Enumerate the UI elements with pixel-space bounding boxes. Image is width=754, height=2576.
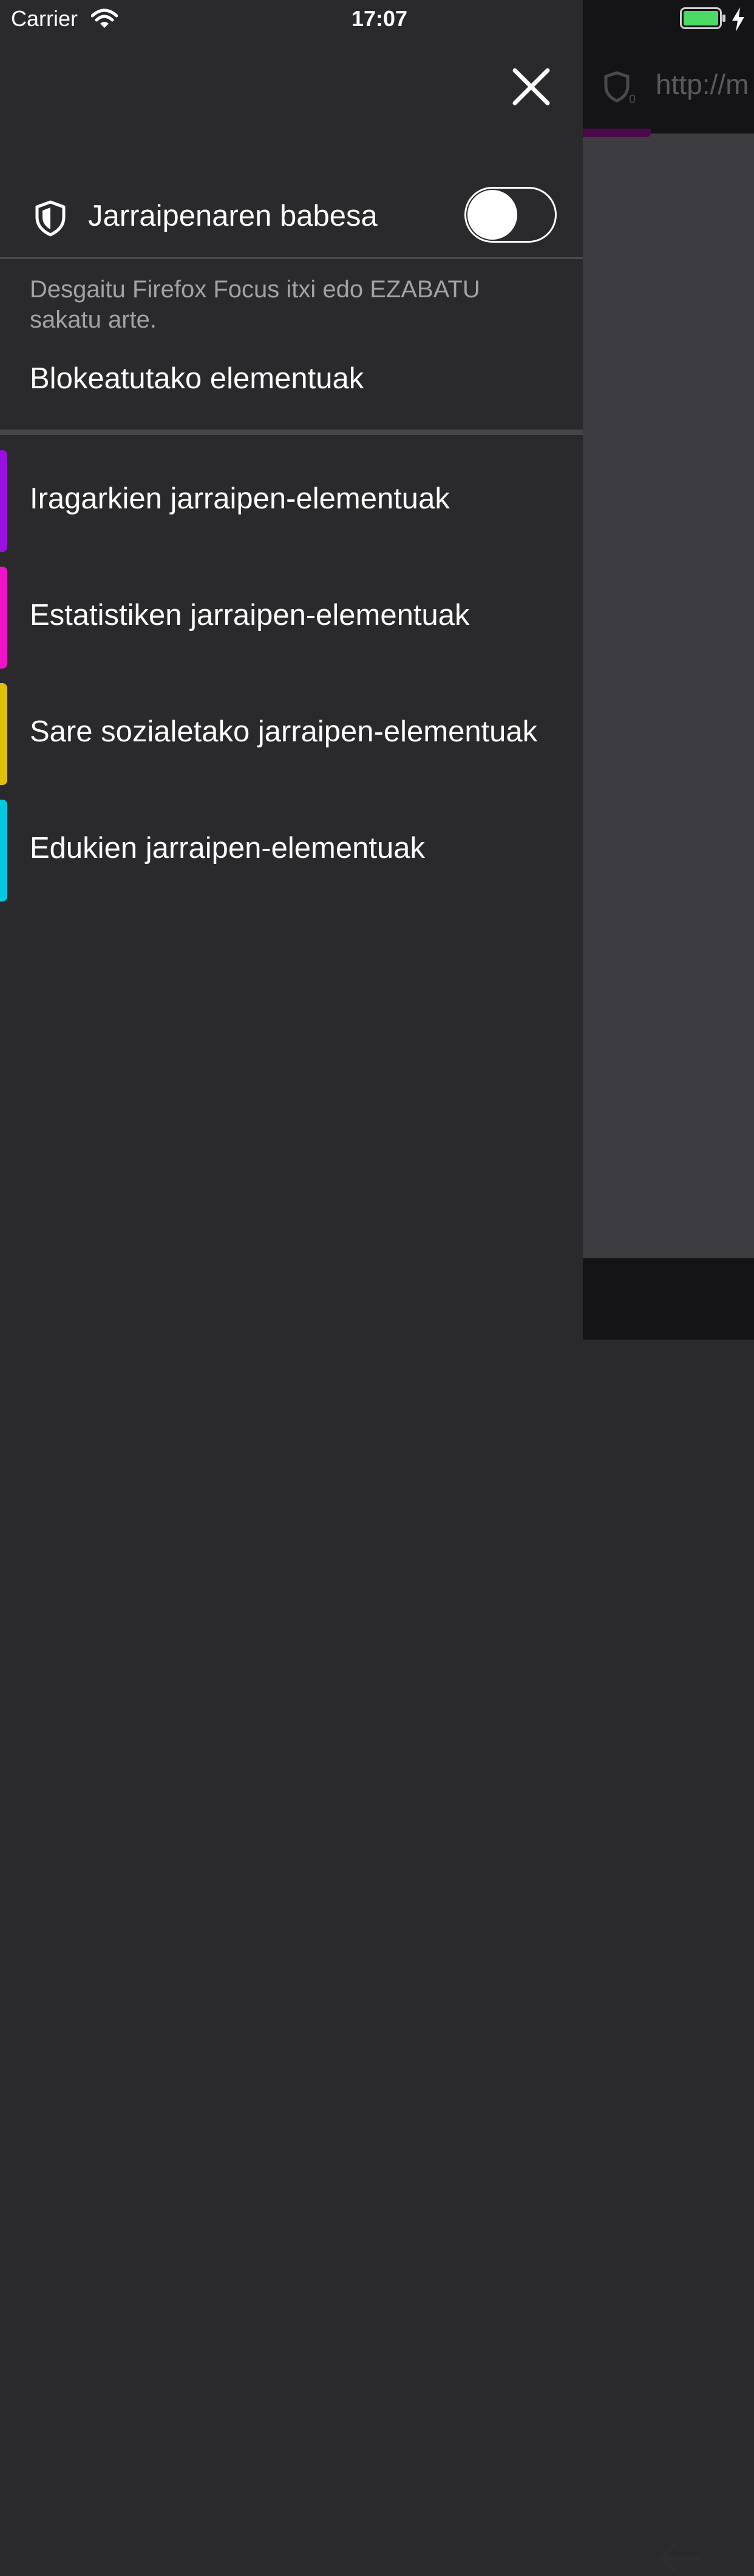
- shield-icon: [35, 200, 66, 237]
- status-bar: Carrier 17:07: [0, 0, 754, 38]
- status-time: 17:07: [351, 6, 408, 31]
- tracker-label: Estatistiken jarraipen-elementuak: [30, 599, 470, 632]
- tracker-row-analytics: Estatistiken jarraipen-elementuak: [0, 567, 583, 669]
- tracking-protection-label: Jarraipenaren babesa: [88, 200, 378, 232]
- tracking-protection-description: Desgaitu Firefox Focus itxi edo EZABATU …: [30, 276, 480, 333]
- blocked-elements-title: Blokeatutako elementuak: [30, 362, 364, 395]
- tracking-protection-panel: Jarraipenaren babesa Desgaitu Firefox Fo…: [0, 0, 583, 1340]
- tracking-protection-toggle[interactable]: [464, 187, 557, 243]
- close-button[interactable]: [498, 58, 565, 125]
- tracker-color-bar: [0, 800, 7, 902]
- toggle-knob: [467, 190, 517, 240]
- tracking-protection-row: Jarraipenaren babesa: [0, 182, 583, 257]
- tracker-row-ads: Iragarkien jarraipen-elementuak: [0, 450, 583, 552]
- tracker-color-bar: [0, 683, 7, 785]
- url-text: http://m: [656, 69, 749, 100]
- section-divider: [0, 430, 583, 435]
- tracker-label: Edukien jarraipen-elementuak: [30, 832, 425, 865]
- divider: [0, 257, 583, 259]
- battery-icon: [680, 7, 725, 29]
- shield-icon: 0: [604, 71, 636, 106]
- tracker-color-bar: [0, 567, 7, 669]
- tracker-color-bar: [0, 450, 7, 552]
- progress-bar: [583, 129, 651, 137]
- tracker-label: Iragarkien jarraipen-elementuak: [30, 482, 450, 515]
- tracker-label: Sare sozialetako jarraipen-elementuak: [30, 715, 538, 748]
- tracker-row-content: Edukien jarraipen-elementuak: [0, 800, 583, 902]
- charging-bolt-icon: [732, 7, 744, 32]
- svg-text:0: 0: [629, 93, 636, 106]
- back-arrow-icon: [659, 2542, 702, 2574]
- tracker-row-social: Sare sozialetako jarraipen-elementuak: [0, 683, 583, 785]
- close-icon: [512, 68, 550, 106]
